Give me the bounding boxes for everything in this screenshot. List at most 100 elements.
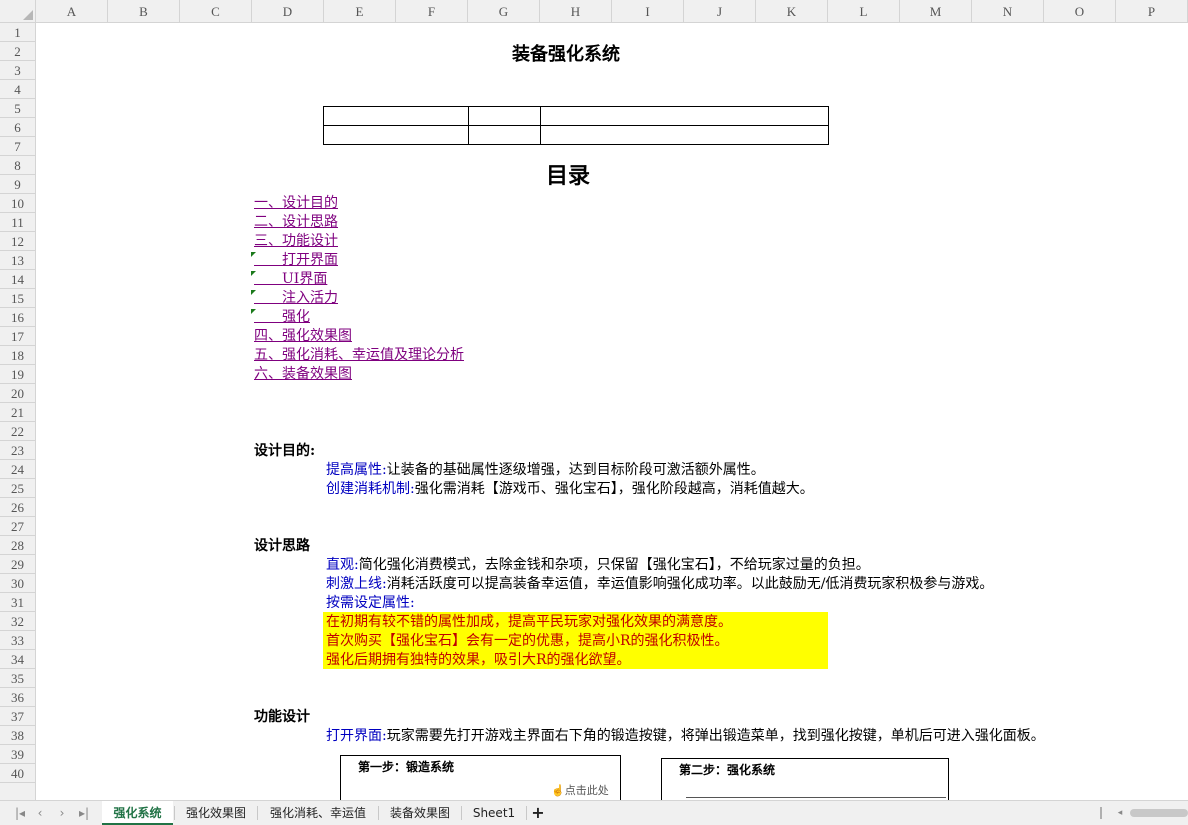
column-header[interactable]: E [324, 0, 396, 23]
row-header[interactable]: 18 [0, 346, 35, 365]
column-header[interactable]: C [180, 0, 252, 23]
column-header[interactable]: H [540, 0, 612, 23]
row-header[interactable]: 4 [0, 80, 35, 99]
horizontal-scrollbar[interactable] [1130, 809, 1188, 817]
toc-link[interactable]: 强化 [254, 308, 310, 327]
tab-separator [526, 806, 527, 820]
column-header[interactable]: B [108, 0, 180, 23]
tab-装备效果图[interactable]: 装备效果图 [380, 801, 460, 825]
toc-link[interactable]: 五、强化消耗、幸运值及理论分析 [254, 346, 464, 365]
toc-link[interactable]: 一、设计目的 [254, 194, 338, 213]
row-header[interactable]: 33 [0, 631, 35, 650]
toc-link[interactable]: 注入活力 [254, 289, 338, 308]
screenshot-image-1[interactable]: 第一步：锻造系统 ☝点击此处 [340, 755, 621, 800]
row-header[interactable]: 34 [0, 650, 35, 669]
row-header[interactable]: 5 [0, 99, 35, 118]
info-cell[interactable] [468, 106, 541, 126]
row-header[interactable]: 2 [0, 42, 35, 61]
info-cell[interactable] [323, 106, 469, 126]
info-cell[interactable] [468, 125, 541, 145]
last-sheet-icon[interactable]: ▸| [76, 805, 92, 821]
row-header[interactable]: 16 [0, 308, 35, 327]
row-header[interactable]: 35 [0, 669, 35, 688]
row-header[interactable]: 23 [0, 441, 35, 460]
row-header[interactable]: 11 [0, 213, 35, 232]
toc-link[interactable]: 三、功能设计 [254, 232, 338, 251]
idea-line-1-text: 简化强化消费模式，去除金钱和杂项，只保留【强化宝石】，不给玩家过量的负担。 [358, 557, 870, 573]
row-header[interactable]: 39 [0, 745, 35, 764]
row-header[interactable]: 30 [0, 574, 35, 593]
info-cell[interactable] [323, 125, 469, 145]
row-header[interactable]: 38 [0, 726, 35, 745]
row-header[interactable]: 28 [0, 536, 35, 555]
row-header[interactable]: 8 [0, 156, 35, 175]
spreadsheet-grid[interactable]: ABCDEFGHIJKLMNOP 1 2 3 4 5 6 7 8 9 10 11 12 13 14 15 16… [0, 0, 1188, 800]
column-header[interactable]: M [900, 0, 972, 23]
row-header[interactable]: 22 [0, 422, 35, 441]
row-header[interactable]: 36 [0, 688, 35, 707]
row-header[interactable]: 17 [0, 327, 35, 346]
toc-link[interactable]: UI界面 [254, 270, 327, 289]
column-header[interactable]: O [1044, 0, 1116, 23]
column-header[interactable]: D [252, 0, 324, 23]
toc-link[interactable]: 六、装备效果图 [254, 365, 352, 384]
column-header[interactable]: G [468, 0, 540, 23]
row-header[interactable]: 26 [0, 498, 35, 517]
func-line-1: 打开界面:玩家需要先打开游戏主界面右下角的锻造按键，将弹出锻造菜单，找到强化按键… [326, 727, 1045, 746]
row-header[interactable]: 6 [0, 118, 35, 137]
purpose-heading: 设计目的: [254, 443, 316, 459]
scroll-split-handle[interactable] [1100, 807, 1102, 819]
toc-link[interactable]: 打开界面 [254, 251, 338, 270]
tab-强化效果图[interactable]: 强化效果图 [176, 801, 256, 825]
image-1-hint: ☝点击此处 [551, 781, 609, 800]
column-header[interactable]: I [612, 0, 684, 23]
row-header[interactable]: 19 [0, 365, 35, 384]
row-header[interactable]: 40 [0, 764, 35, 783]
info-cell[interactable] [540, 125, 829, 145]
toc-link[interactable]: 二、设计思路 [254, 213, 338, 232]
idea-line-2-label: 刺激上线: [326, 576, 387, 592]
column-header[interactable]: P [1116, 0, 1188, 23]
row-header[interactable]: 1 [0, 23, 35, 42]
toc-link[interactable]: 四、强化效果图 [254, 327, 352, 346]
row-header[interactable]: 25 [0, 479, 35, 498]
column-header[interactable]: K [756, 0, 828, 23]
row-header[interactable]: 14 [0, 270, 35, 289]
comment-indicator-icon [251, 252, 256, 257]
add-sheet-button[interactable]: + [528, 801, 548, 825]
row-header[interactable]: 24 [0, 460, 35, 479]
purpose-line-1-text: 让装备的基础属性逐级增强，达到目标阶段可激活额外属性。 [386, 462, 765, 478]
screenshot-image-2[interactable]: 第二步：强化系统 [661, 758, 949, 800]
row-header[interactable]: 29 [0, 555, 35, 574]
prev-sheet-icon[interactable]: ‹ [32, 805, 48, 821]
next-sheet-icon[interactable]: › [54, 805, 70, 821]
column-header[interactable]: J [684, 0, 756, 23]
row-header[interactable]: 10 [0, 194, 35, 213]
row-header[interactable]: 15 [0, 289, 35, 308]
row-header[interactable]: 21 [0, 403, 35, 422]
tab-separator [257, 806, 258, 820]
row-header[interactable]: 32 [0, 612, 35, 631]
column-header-bar: ABCDEFGHIJKLMNOP [36, 0, 1188, 23]
row-header[interactable]: 7 [0, 137, 35, 156]
column-header[interactable]: F [396, 0, 468, 23]
select-all-corner[interactable] [0, 0, 36, 23]
column-header[interactable]: L [828, 0, 900, 23]
column-header[interactable]: A [36, 0, 108, 23]
tab-强化系统[interactable]: 强化系统 [102, 801, 173, 825]
row-header[interactable]: 12 [0, 232, 35, 251]
row-header[interactable]: 31 [0, 593, 35, 612]
row-header[interactable]: 20 [0, 384, 35, 403]
first-sheet-icon[interactable]: |◂ [12, 805, 28, 821]
row-header[interactable]: 3 [0, 61, 35, 80]
tab-sheet1[interactable]: Sheet1 [463, 801, 525, 825]
row-header[interactable]: 37 [0, 707, 35, 726]
row-header[interactable]: 13 [0, 251, 35, 270]
info-cell[interactable] [540, 106, 829, 126]
tab-强化消耗[interactable]: 强化消耗、幸运值 [259, 801, 377, 825]
column-header[interactable]: N [972, 0, 1044, 23]
scroll-left-icon[interactable]: ◂ [1112, 805, 1128, 821]
row-header[interactable]: 27 [0, 517, 35, 536]
row-header[interactable]: 9 [0, 175, 35, 194]
highlight-line-1: 在初期有较不错的属性加成，提高平民玩家对强化效果的满意度。 [326, 614, 732, 630]
